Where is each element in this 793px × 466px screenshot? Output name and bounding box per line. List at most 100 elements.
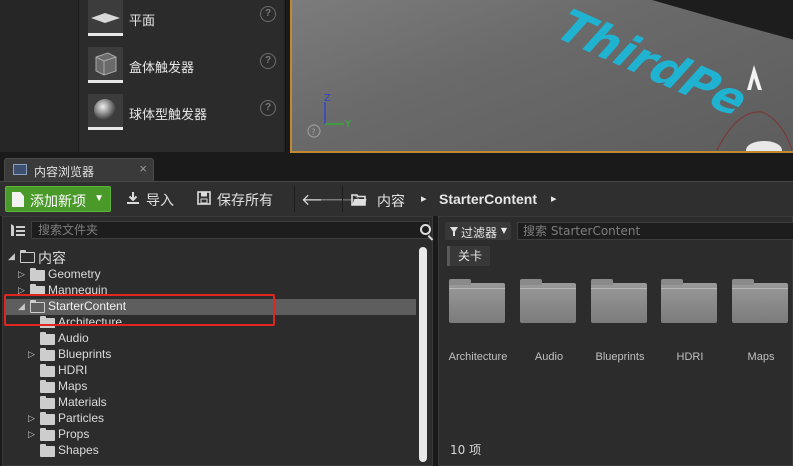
list-toggle-icon[interactable] <box>11 224 25 236</box>
collapse-arrow-icon[interactable]: ◢ <box>8 251 15 262</box>
tree-item-geometry[interactable]: ▷ Geometry <box>6 267 416 283</box>
chevron-down-icon: ▼ <box>94 193 104 204</box>
import-button[interactable]: 导入 <box>126 186 181 212</box>
asset-label: Maps <box>747 351 775 363</box>
tree-item-shapes[interactable]: Shapes <box>6 443 416 459</box>
add-new-button[interactable]: 添加新项 ▼ <box>5 186 111 212</box>
content-browser-toolbar: 添加新项 ▼ 导入 保存所有 🡐 🡒 内容 ▸ StarterContent ▸ <box>0 181 793 216</box>
folder-icon <box>40 332 55 345</box>
item-count: 10 项 <box>450 443 482 457</box>
place-item-label: 球体型触发器 <box>129 108 208 123</box>
tree-item-props[interactable]: ▷ Props <box>6 427 416 443</box>
tree-item-label: Shapes <box>58 443 99 457</box>
asset-label: Architecture <box>448 351 508 363</box>
breadcrumb-item-content[interactable]: 内容 <box>377 191 405 211</box>
folder-icon <box>40 412 55 425</box>
folder-icon <box>40 348 55 361</box>
search-icon[interactable] <box>420 224 431 235</box>
tree-item-label: Particles <box>58 411 105 425</box>
sphere-trigger-icon <box>88 94 123 130</box>
breadcrumb-item-startercontent[interactable]: StarterContent <box>439 191 537 207</box>
folder-icon <box>40 428 55 441</box>
tree-item-label: Materials <box>58 395 107 409</box>
history-nav: 🡐 🡒 <box>294 186 362 212</box>
folder-search-input[interactable] <box>31 221 430 239</box>
dark-mesh-shape <box>652 0 793 40</box>
save-icon <box>197 191 211 209</box>
tree-item-particles[interactable]: ▷ Particles <box>6 411 416 427</box>
expand-arrow-icon[interactable]: ▷ <box>28 413 35 424</box>
axis-y-label: Y <box>344 119 352 130</box>
add-new-label: 添加新项 <box>30 194 86 210</box>
viewport-help-glyph: ? <box>311 128 316 138</box>
folder-icon <box>520 279 576 323</box>
folder-icon <box>591 279 647 323</box>
asset-view-panel: 过滤器 ▼ 关卡 Architecture Audio Blueprints H… <box>438 216 793 466</box>
asset-label: Audio <box>534 351 564 363</box>
modes-panel: 平面 ? 盒体触发器 ? 球体型触发器 ? <box>0 0 286 152</box>
tree-item-label: 内容 <box>38 251 66 267</box>
folder-icon <box>40 396 55 409</box>
folder-icon <box>661 279 717 323</box>
folder-icon <box>40 444 55 457</box>
tree-item-blueprints[interactable]: ▷ Blueprints <box>6 347 416 363</box>
filter-button[interactable]: 过滤器 ▼ <box>445 222 511 240</box>
level-viewport[interactable]: ThirdPe Z Y ? <box>290 0 793 153</box>
asset-label: Blueprints <box>595 351 645 363</box>
help-icon[interactable]: ? <box>260 6 276 22</box>
folder-icon <box>732 279 788 323</box>
tree-item-hdri[interactable]: HDRI <box>6 363 416 379</box>
place-item-label: 平面 <box>129 14 156 29</box>
content-browser-icon <box>13 164 27 175</box>
tree-item-materials[interactable]: Materials <box>6 395 416 411</box>
new-document-icon <box>12 192 24 207</box>
place-item-label: 盒体触发器 <box>129 61 195 76</box>
folder-icon <box>40 364 55 377</box>
highlight-annotation-box <box>4 294 275 326</box>
place-item-sphere-trigger[interactable]: 球体型触发器 ? <box>79 90 284 134</box>
asset-search-input[interactable] <box>517 222 793 240</box>
save-all-button[interactable]: 保存所有 <box>197 186 282 212</box>
folder-tree-panel: ◢ 内容 ▷ Geometry ▷ Mannequin ◢ StarterCon… <box>2 216 433 466</box>
folder-search-bar <box>5 220 431 240</box>
place-item-box-trigger[interactable]: 盒体触发器 ? <box>79 43 284 87</box>
filter-label: 过滤器 <box>461 226 498 240</box>
tree-item-label: Props <box>58 427 90 441</box>
expand-arrow-icon[interactable]: ▷ <box>28 429 35 440</box>
chevron-down-icon: ▼ <box>500 226 507 235</box>
tree-item-content[interactable]: ◢ 内容 <box>6 249 416 267</box>
expand-arrow-icon[interactable]: ▷ <box>18 269 25 280</box>
tree-item-maps[interactable]: Maps <box>6 379 416 395</box>
place-actor-list: 平面 ? 盒体触发器 ? 球体型触发器 ? <box>78 0 283 152</box>
breadcrumb-separator[interactable]: ▸ <box>421 192 427 205</box>
axis-z-label: Z <box>324 93 331 104</box>
folder-open-icon <box>351 193 367 209</box>
folder-icon <box>40 380 55 393</box>
level-filter-chip[interactable]: 关卡 <box>447 246 491 266</box>
tree-item-audio[interactable]: Audio <box>6 331 416 347</box>
folder-open-icon <box>20 250 35 263</box>
folder-icon <box>449 279 505 323</box>
breadcrumb: 内容 ▸ StarterContent ▸ <box>342 186 557 212</box>
help-icon[interactable]: ? <box>260 100 276 116</box>
tree-scrollbar[interactable] <box>419 247 427 462</box>
box-trigger-icon <box>88 47 123 83</box>
close-icon[interactable]: × <box>139 161 147 176</box>
tab-content-browser[interactable]: 内容浏览器 × <box>4 158 154 181</box>
tree-item-label: Geometry <box>48 267 101 281</box>
asset-folder-hdri[interactable]: HDRI <box>657 279 719 380</box>
asset-folder-audio[interactable]: Audio <box>516 279 578 380</box>
import-icon <box>126 191 140 209</box>
place-item-plane[interactable]: 平面 ? <box>79 0 284 40</box>
breadcrumb-separator[interactable]: ▸ <box>551 192 557 205</box>
import-label: 导入 <box>146 193 174 209</box>
expand-arrow-icon[interactable]: ▷ <box>28 349 35 360</box>
asset-folder-architecture[interactable]: Architecture <box>445 279 507 380</box>
filter-icon <box>450 227 458 236</box>
asset-folder-blueprints[interactable]: Blueprints <box>587 279 649 380</box>
sphere-mesh <box>746 141 782 151</box>
asset-label: HDRI <box>676 351 704 363</box>
help-icon[interactable]: ? <box>260 53 276 69</box>
asset-folder-maps[interactable]: Maps <box>728 279 790 380</box>
plane-icon <box>88 0 123 36</box>
